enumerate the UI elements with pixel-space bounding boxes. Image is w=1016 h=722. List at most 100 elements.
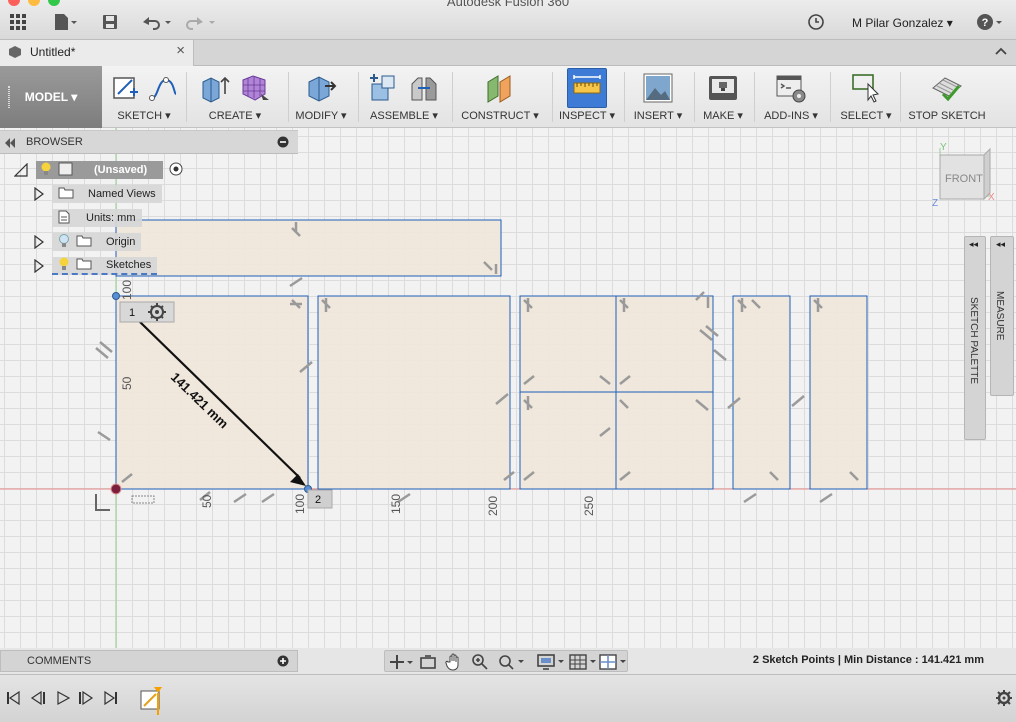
sketch-profile[interactable] <box>732 295 791 490</box>
construct-group-label: CONSTRUCT ▾ <box>461 110 539 122</box>
browser-header[interactable]: BROWSER <box>0 130 298 154</box>
go-to-start-icon[interactable] <box>6 690 20 708</box>
make-group[interactable]: MAKE ▾ <box>698 66 748 128</box>
insert-group[interactable]: INSERT ▾ <box>628 66 688 128</box>
comments-bar[interactable]: COMMENTS <box>0 650 298 672</box>
measure-panel-tab[interactable]: ◂◂ MEASURE <box>990 236 1014 396</box>
offset-plane-icon[interactable] <box>484 72 516 104</box>
assemble-group[interactable]: ASSEMBLE ▾ <box>362 66 446 128</box>
sketch-profile[interactable] <box>809 295 868 490</box>
select-group[interactable]: SELECT ▾ <box>836 66 896 128</box>
3d-print-icon[interactable] <box>707 72 739 104</box>
comments-title: COMMENTS <box>27 655 92 667</box>
form-icon[interactable] <box>239 72 271 104</box>
sketch-group[interactable]: SKETCH ▾ <box>104 66 184 128</box>
step-forward-icon[interactable] <box>78 690 94 708</box>
viewports-icon[interactable] <box>599 654 627 673</box>
browser-root-node[interactable]: (Unsaved) <box>36 161 183 179</box>
job-status-clock-icon[interactable] <box>806 12 826 32</box>
inspect-group[interactable]: INSPECT ▾ <box>556 66 618 128</box>
visibility-bulb-icon[interactable] <box>58 257 70 274</box>
timeline-settings-gear-icon[interactable] <box>996 690 1012 709</box>
extrude-icon[interactable] <box>199 72 231 104</box>
origin-point[interactable] <box>110 483 122 495</box>
joint-icon[interactable] <box>408 72 440 104</box>
select-arrow-icon[interactable] <box>850 72 882 104</box>
user-menu[interactable]: M Pilar Gonzalez ▾ <box>852 16 953 30</box>
collapse-browser-icon[interactable] <box>4 137 16 151</box>
zoom-icon[interactable] <box>471 653 489 674</box>
add-comment-icon[interactable] <box>277 655 289 670</box>
save-icon[interactable] <box>100 12 120 32</box>
measure-tool-icon[interactable] <box>567 68 607 108</box>
spline-icon[interactable] <box>148 72 180 104</box>
design-canvas[interactable]: 141.421 mm 1 2 50 100 150 200 250 50 100 <box>0 128 1016 648</box>
sketch-profile[interactable] <box>615 391 714 490</box>
scripts-add-ins-icon[interactable] <box>775 72 807 104</box>
press-pull-icon[interactable] <box>305 72 337 104</box>
toolbar-separator <box>900 72 901 122</box>
stop-sketch-icon[interactable] <box>931 72 963 104</box>
expand-root-icon[interactable] <box>13 162 28 180</box>
browser-options-icon[interactable] <box>277 136 289 151</box>
toolbar-separator <box>288 72 289 122</box>
pan-hand-icon[interactable] <box>445 653 463 674</box>
add-ins-group[interactable]: ADD-INS ▾ <box>758 66 824 128</box>
grid-settings-icon[interactable] <box>569 654 597 673</box>
viewcube-y-label: Y <box>940 142 947 153</box>
expand-named-views-icon[interactable] <box>34 186 44 204</box>
sketch-profiles[interactable] <box>115 219 868 490</box>
create-group[interactable]: CREATE ▾ <box>190 66 280 128</box>
step-back-icon[interactable] <box>30 690 46 708</box>
browser-item-units[interactable]: Units: mm <box>52 209 142 227</box>
sketch-profile[interactable] <box>519 391 617 490</box>
play-icon[interactable] <box>56 690 71 708</box>
create-sketch-icon[interactable] <box>108 72 140 104</box>
visibility-bulb-icon[interactable] <box>40 162 52 179</box>
sketch-palette-collapse-icon[interactable]: ◂◂ <box>969 239 978 250</box>
browser-title: BROWSER <box>26 136 83 148</box>
go-to-end-icon[interactable] <box>104 690 118 708</box>
display-settings-icon[interactable] <box>537 654 565 673</box>
data-panel-grid-icon[interactable] <box>8 12 28 32</box>
sketch-timeline-feature-icon[interactable] <box>140 687 166 720</box>
measure-collapse-icon[interactable]: ◂◂ <box>996 239 1005 250</box>
close-tab-icon[interactable]: × <box>176 42 185 59</box>
browser-item-named-views[interactable]: Named Views <box>52 185 162 203</box>
insert-group-label: INSERT ▾ <box>633 110 683 122</box>
activate-radio-icon[interactable] <box>169 162 183 179</box>
collapse-toolbar-icon[interactable] <box>994 44 1008 61</box>
modify-group[interactable]: MODIFY ▾ <box>290 66 352 128</box>
stop-sketch-group[interactable]: STOP SKETCH <box>904 66 990 128</box>
toolbar-separator <box>694 72 695 122</box>
sketch-profile[interactable] <box>115 219 502 277</box>
sketch-profile[interactable] <box>615 295 714 393</box>
visibility-bulb-off-icon[interactable] <box>58 233 70 251</box>
toolbar-separator <box>552 72 553 122</box>
help-icon[interactable]: ? <box>976 12 1004 32</box>
expand-sketches-icon[interactable] <box>34 258 44 276</box>
browser-item-sketches[interactable]: Sketches <box>52 257 158 275</box>
look-at-icon[interactable] <box>419 654 437 673</box>
insert-canvas-icon[interactable] <box>642 72 674 104</box>
construct-group[interactable]: CONSTRUCT ▾ <box>456 66 544 128</box>
fit-zoom-window-icon[interactable] <box>497 653 525 674</box>
browser-item-origin[interactable]: Origin <box>52 233 142 251</box>
new-component-icon[interactable] <box>368 72 400 104</box>
undo-icon[interactable] <box>140 12 174 32</box>
toolbar-separator <box>186 72 187 122</box>
perpendicular-constraint-icon <box>289 276 303 288</box>
orbit-icon[interactable] <box>389 654 413 673</box>
workspace-switcher-button[interactable]: MODEL ▾ <box>0 66 102 128</box>
file-menu-icon[interactable] <box>52 12 78 32</box>
toolbar-separator <box>358 72 359 122</box>
ruler-x-label: 250 <box>582 496 596 516</box>
document-tab[interactable]: Untitled* × <box>0 40 194 66</box>
sketch-profile[interactable] <box>317 295 511 490</box>
viewcube[interactable]: FRONT Y X Z <box>932 142 995 209</box>
expand-origin-icon[interactable] <box>34 234 44 252</box>
sketch-point[interactable] <box>112 292 120 300</box>
app-title: Autodesk Fusion 360 <box>446 0 570 9</box>
sketch-palette-label: SKETCH PALETTE <box>968 297 979 385</box>
sketch-palette-tab[interactable]: ◂◂ SKETCH PALETTE <box>964 236 986 440</box>
